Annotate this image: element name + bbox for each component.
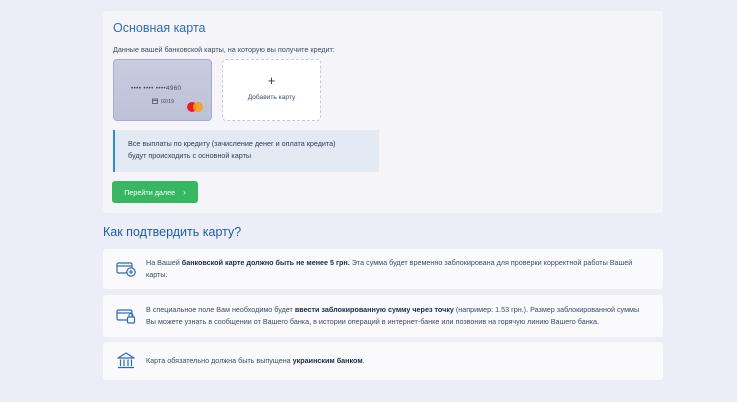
- add-card-button[interactable]: + Добавить карту: [222, 59, 321, 121]
- chevron-right-icon: ›: [183, 187, 186, 197]
- verify-step-card-amount: На Вашей банковской карте должно быть не…: [103, 249, 663, 289]
- card-expiry: 02/19: [161, 99, 174, 105]
- verify-step-text: Карта обязательно должна быть выпущена у…: [146, 356, 365, 365]
- verify-step-text: На Вашей банковской карте должно быть не…: [146, 258, 633, 279]
- bank-card[interactable]: •••• •••• ••••4960 02/19: [113, 59, 212, 121]
- main-card-panel: Основная карта Данные вашей банковской к…: [103, 11, 663, 213]
- card-lock-icon: [115, 305, 137, 327]
- plus-icon: +: [267, 73, 276, 88]
- bank-icon: [115, 350, 137, 372]
- card-plus-icon: [115, 258, 137, 280]
- next-button[interactable]: Перейти далее ›: [112, 181, 198, 203]
- main-card-title: Основная карта: [113, 21, 206, 35]
- info-line-1: Все выплаты по кредиту (зачисление денег…: [128, 139, 336, 148]
- next-button-label: Перейти далее: [124, 187, 176, 197]
- verify-section-title: Как подтвердить карту?: [103, 225, 242, 239]
- add-card-label: Добавить карту: [247, 94, 296, 101]
- verify-step-enter-amount: В специальное поле Вам необходимо будет …: [103, 295, 663, 337]
- main-card-subtitle: Данные вашей банковской карты, на котору…: [113, 45, 335, 54]
- mastercard-icon: [187, 102, 204, 112]
- info-line-2: будут происходить с основной карты: [128, 150, 252, 160]
- info-notice: Все выплаты по кредиту (зачисление денег…: [113, 130, 379, 172]
- card-number: •••• •••• ••••4960: [131, 85, 182, 92]
- calendar-icon: [152, 98, 158, 106]
- card-expiry-row: 02/19: [152, 98, 174, 106]
- verify-step-text: В специальное поле Вам необходимо будет …: [146, 305, 640, 326]
- verify-step-ukrainian-bank: Карта обязательно должна быть выпущена у…: [103, 342, 663, 380]
